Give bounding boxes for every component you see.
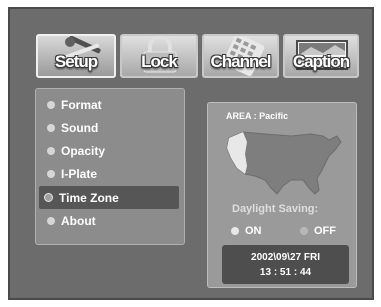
menu-item-label: Time Zone	[59, 190, 119, 205]
bullet-icon	[44, 193, 53, 202]
off-label: OFF	[314, 225, 336, 237]
tab-channel[interactable]: Channel	[202, 34, 279, 78]
menu-item-label: Format	[61, 97, 102, 112]
menu-item-label: About	[61, 213, 96, 228]
us-map-icon[interactable]	[225, 128, 345, 200]
on-label: ON	[245, 225, 262, 237]
menu-item-i-plate[interactable]: I-Plate	[42, 162, 180, 185]
bullet-icon	[47, 146, 55, 155]
menu-item-time-zone[interactable]: Time Zone	[39, 186, 179, 209]
daylight-saving-label: Daylight Saving:	[232, 203, 319, 215]
tab-lock[interactable]: Lock	[120, 34, 198, 78]
radio-off-icon	[300, 227, 308, 235]
area-label: AREA : Pacific	[226, 111, 289, 121]
tab-setup-label: Setup	[54, 52, 98, 71]
clock-date: 2002\09\27 FRI	[251, 252, 320, 263]
tab-setup[interactable]: Setup	[36, 34, 116, 78]
bullet-icon	[47, 169, 55, 178]
bullet-icon	[47, 123, 55, 132]
clock-time: 13 : 51 : 44	[259, 267, 312, 278]
daylight-saving-on-option[interactable]: ON	[231, 225, 262, 237]
menu-item-label: Sound	[61, 120, 99, 135]
radio-on-icon	[231, 227, 239, 235]
menu-item-label: Opacity	[61, 143, 106, 158]
clock-display: 2002\09\27 FRI 13 : 51 : 44	[222, 245, 349, 284]
menu-item-label: I-Plate	[61, 166, 98, 181]
menu-item-opacity[interactable]: Opacity	[42, 139, 180, 162]
bullet-icon	[47, 216, 55, 225]
daylight-saving-off-option[interactable]: OFF	[300, 225, 336, 237]
tab-lock-label: Lock	[141, 52, 178, 71]
menu-item-sound[interactable]: Sound	[42, 116, 180, 139]
tab-channel-label: Channel	[210, 52, 271, 71]
menu-item-about[interactable]: About	[42, 209, 180, 232]
menu-item-format[interactable]: Format	[42, 93, 180, 116]
tab-caption-label: Caption	[292, 52, 350, 71]
bullet-icon	[47, 100, 55, 109]
tab-caption[interactable]: Caption	[283, 34, 359, 78]
